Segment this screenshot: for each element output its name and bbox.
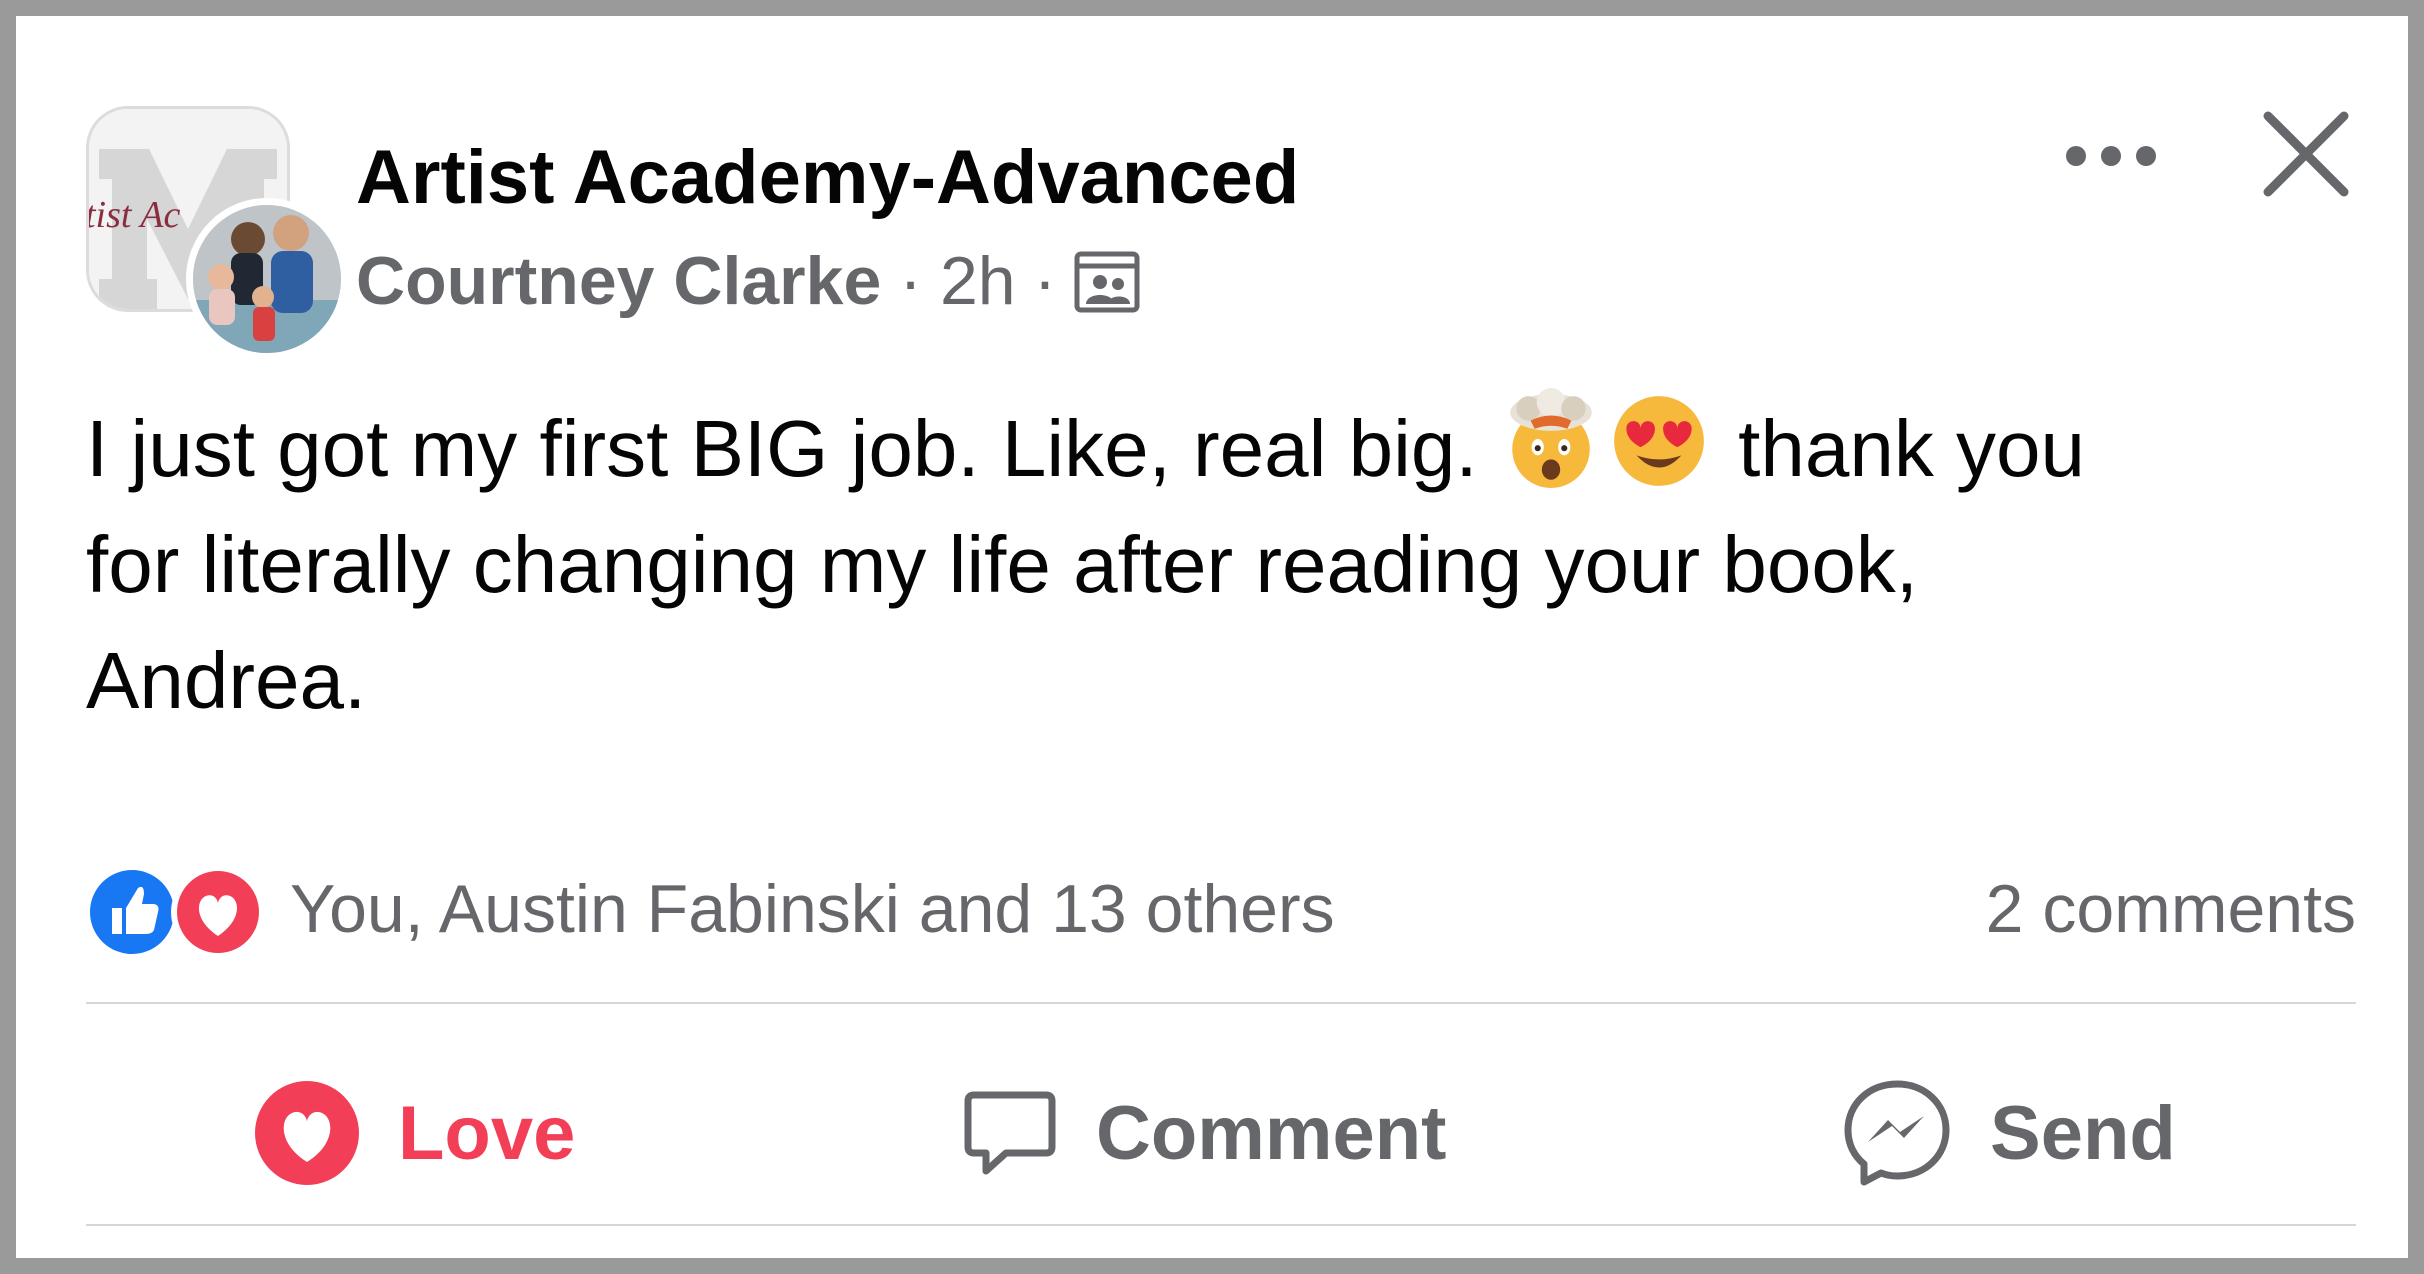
comment-icon (964, 1091, 1056, 1175)
close-button[interactable] (2256, 104, 2356, 204)
meta-separator: · (1033, 243, 1057, 319)
messenger-icon (1844, 1080, 1950, 1186)
divider (86, 1002, 2356, 1004)
divider (86, 1224, 2356, 1226)
send-button[interactable]: Send (1840, 1070, 2176, 1196)
comment-count[interactable]: 2 comments (1986, 870, 2356, 948)
post-time[interactable]: 2h (940, 242, 1016, 320)
love-button[interactable]: Love (252, 1070, 575, 1196)
post-card: tist Ac Artist Academy-Advanced Courtney… (16, 16, 2408, 1258)
close-icon (2263, 111, 2349, 197)
post-text: I just got my first BIG job. Like, real … (86, 388, 2326, 739)
group-avatar-text: tist Ac (89, 194, 180, 236)
reactions-row: You, Austin Fabinski and 13 others 2 com… (86, 862, 2356, 962)
send-label: Send (1990, 1090, 2176, 1176)
post-meta: Courtney Clarke · 2h · (356, 242, 1140, 320)
post-text-part: thank you (1738, 404, 2086, 493)
post-text-part: Andrea. (86, 636, 367, 725)
post-text-part: for literally changing my life after rea… (86, 520, 1919, 609)
love-label: Love (398, 1090, 576, 1176)
reaction-icons-svg (86, 865, 265, 959)
more-horizontal-icon (2066, 146, 2156, 166)
meta-separator: · (899, 243, 922, 319)
love-reaction-icon (255, 1081, 359, 1185)
comment-button[interactable]: Comment (960, 1070, 1446, 1196)
heart-eyes-emoji (1613, 396, 1704, 486)
post-text-part: I just got my first BIG job. Like, real … (86, 404, 1478, 493)
reaction-summary[interactable]: You, Austin Fabinski and 13 others (290, 870, 1335, 948)
comment-label: Comment (1096, 1090, 1447, 1176)
author-avatar[interactable] (186, 198, 348, 360)
post-avatars[interactable]: tist Ac (86, 106, 348, 360)
family-photo-icon (193, 205, 341, 353)
group-name[interactable]: Artist Academy-Advanced (356, 134, 1299, 221)
author-name[interactable]: Courtney Clarke (356, 242, 881, 320)
more-options-button[interactable] (2056, 126, 2166, 186)
reaction-icons[interactable] (86, 862, 276, 962)
group-members-icon (1074, 251, 1140, 313)
exploding-head-emoji (1510, 388, 1592, 488)
